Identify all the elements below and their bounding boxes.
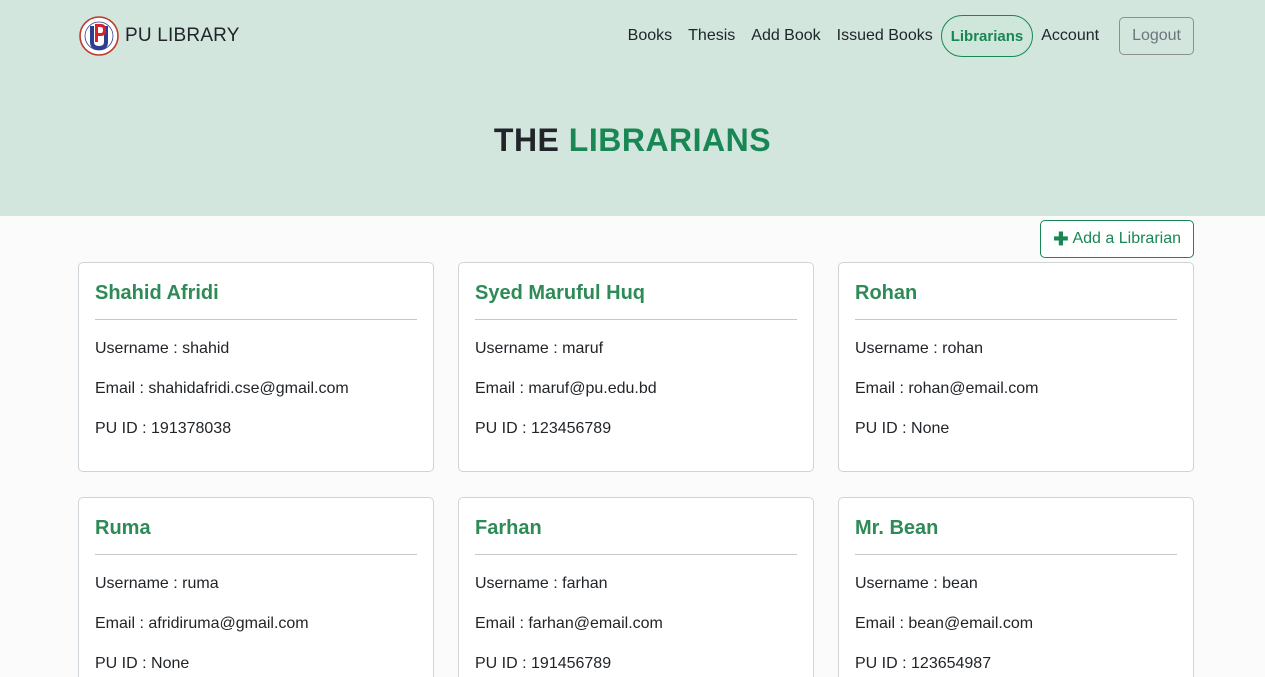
- pu-id-label: PU ID :: [855, 420, 912, 437]
- librarian-card: Mr. Bean Username : bean Email : bean@em…: [838, 497, 1194, 677]
- brand[interactable]: PU LIBRARY: [78, 12, 240, 60]
- email-value: rohan@email.com: [908, 380, 1039, 397]
- librarian-pu-id: PU ID : None: [95, 654, 417, 677]
- librarian-pu-id: PU ID : 191456789: [475, 654, 797, 677]
- page-header: PU LIBRARY Books Thesis Add Book Issued …: [0, 0, 1265, 216]
- pu-id-value: 123654987: [911, 655, 992, 672]
- email-label: Email :: [95, 380, 149, 397]
- librarian-pu-id: PU ID : None: [855, 419, 1177, 459]
- add-librarian-button[interactable]: ✚ Add a Librarian: [1040, 220, 1194, 258]
- username-value: ruma: [182, 575, 219, 592]
- librarian-name: Mr. Bean: [855, 517, 939, 539]
- card-divider: [475, 554, 797, 555]
- pu-id-value: 191456789: [531, 655, 612, 672]
- librarian-card: Syed Maruful Huq Username : maruf Email …: [458, 262, 814, 472]
- page-title: THE LIBRARIANS: [0, 122, 1265, 159]
- librarian-name: Farhan: [475, 517, 542, 539]
- librarian-username: Username : maruf: [475, 339, 797, 379]
- username-value: farhan: [562, 575, 608, 592]
- brand-name: PU LIBRARY: [125, 25, 240, 46]
- university-logo-icon: [78, 12, 120, 60]
- librarian-username: Username : farhan: [475, 574, 797, 614]
- username-label: Username :: [475, 340, 563, 357]
- librarian-card: Farhan Username : farhan Email : farhan@…: [458, 497, 814, 677]
- email-value: bean@email.com: [908, 615, 1034, 632]
- librarian-email: Email : maruf@pu.edu.bd: [475, 379, 797, 419]
- nav-thesis[interactable]: Thesis: [680, 15, 743, 57]
- email-label: Email :: [95, 615, 149, 632]
- librarian-pu-id: PU ID : 191378038: [95, 419, 417, 459]
- librarian-name: Ruma: [95, 517, 151, 539]
- pu-id-label: PU ID :: [95, 420, 152, 437]
- logout-button[interactable]: Logout: [1119, 17, 1194, 55]
- card-divider: [475, 319, 797, 320]
- username-label: Username :: [475, 575, 563, 592]
- email-label: Email :: [475, 615, 529, 632]
- main-nav: Books Thesis Add Book Issued Books Libra…: [620, 15, 1194, 57]
- librarian-email: Email : afridiruma@gmail.com: [95, 614, 417, 654]
- librarian-username: Username : rohan: [855, 339, 1177, 379]
- librarian-username: Username : ruma: [95, 574, 417, 614]
- card-divider: [95, 319, 417, 320]
- pu-id-label: PU ID :: [855, 655, 912, 672]
- librarian-name: Rohan: [855, 282, 918, 304]
- email-label: Email :: [475, 380, 529, 397]
- plus-icon: ✚: [1053, 228, 1069, 249]
- pu-id-label: PU ID :: [475, 420, 532, 437]
- add-librarian-label: Add a Librarian: [1072, 230, 1181, 247]
- email-label: Email :: [855, 615, 909, 632]
- email-value: farhan@email.com: [528, 615, 663, 632]
- username-label: Username :: [855, 340, 943, 357]
- card-divider: [855, 554, 1177, 555]
- username-label: Username :: [95, 340, 183, 357]
- librarian-email: Email : bean@email.com: [855, 614, 1177, 654]
- email-value: shahidafridi.cse@gmail.com: [148, 380, 349, 397]
- page-title-accent: LIBRARIANS: [568, 122, 772, 158]
- librarian-name: Shahid Afridi: [95, 282, 219, 304]
- username-value: rohan: [942, 340, 984, 357]
- librarian-email: Email : farhan@email.com: [475, 614, 797, 654]
- pu-id-label: PU ID :: [95, 655, 152, 672]
- nav-account[interactable]: Account: [1033, 15, 1107, 57]
- librarian-username: Username : shahid: [95, 339, 417, 379]
- pu-id-label: PU ID :: [475, 655, 532, 672]
- nav-add-book[interactable]: Add Book: [743, 15, 828, 57]
- username-label: Username :: [95, 575, 183, 592]
- nav-issued-books[interactable]: Issued Books: [829, 15, 941, 57]
- email-label: Email :: [855, 380, 909, 397]
- pu-id-value: 191378038: [151, 420, 232, 437]
- librarian-card: Shahid Afridi Username : shahid Email : …: [78, 262, 434, 472]
- pu-id-value: None: [911, 420, 950, 437]
- pu-id-value: 123456789: [531, 420, 612, 437]
- nav-librarians[interactable]: Librarians: [940, 15, 1034, 57]
- email-value: maruf@pu.edu.bd: [528, 380, 657, 397]
- librarian-card: Ruma Username : ruma Email : afridiruma@…: [78, 497, 434, 677]
- librarian-pu-id: PU ID : 123456789: [475, 419, 797, 459]
- page-title-prefix: THE: [493, 122, 560, 158]
- librarian-card: Rohan Username : rohan Email : rohan@ema…: [838, 262, 1194, 472]
- pu-id-value: None: [151, 655, 190, 672]
- nav-books[interactable]: Books: [620, 15, 680, 57]
- card-divider: [95, 554, 417, 555]
- librarian-email: Email : shahidafridi.cse@gmail.com: [95, 379, 417, 419]
- librarian-username: Username : bean: [855, 574, 1177, 614]
- card-divider: [855, 319, 1177, 320]
- librarian-pu-id: PU ID : 123654987: [855, 654, 1177, 677]
- librarian-grid: Shahid Afridi Username : shahid Email : …: [78, 262, 1194, 677]
- librarian-name: Syed Maruful Huq: [475, 282, 646, 304]
- username-value: maruf: [562, 340, 604, 357]
- username-value: shahid: [182, 340, 230, 357]
- email-value: afridiruma@gmail.com: [148, 615, 309, 632]
- username-label: Username :: [855, 575, 943, 592]
- librarian-email: Email : rohan@email.com: [855, 379, 1177, 419]
- username-value: bean: [942, 575, 978, 592]
